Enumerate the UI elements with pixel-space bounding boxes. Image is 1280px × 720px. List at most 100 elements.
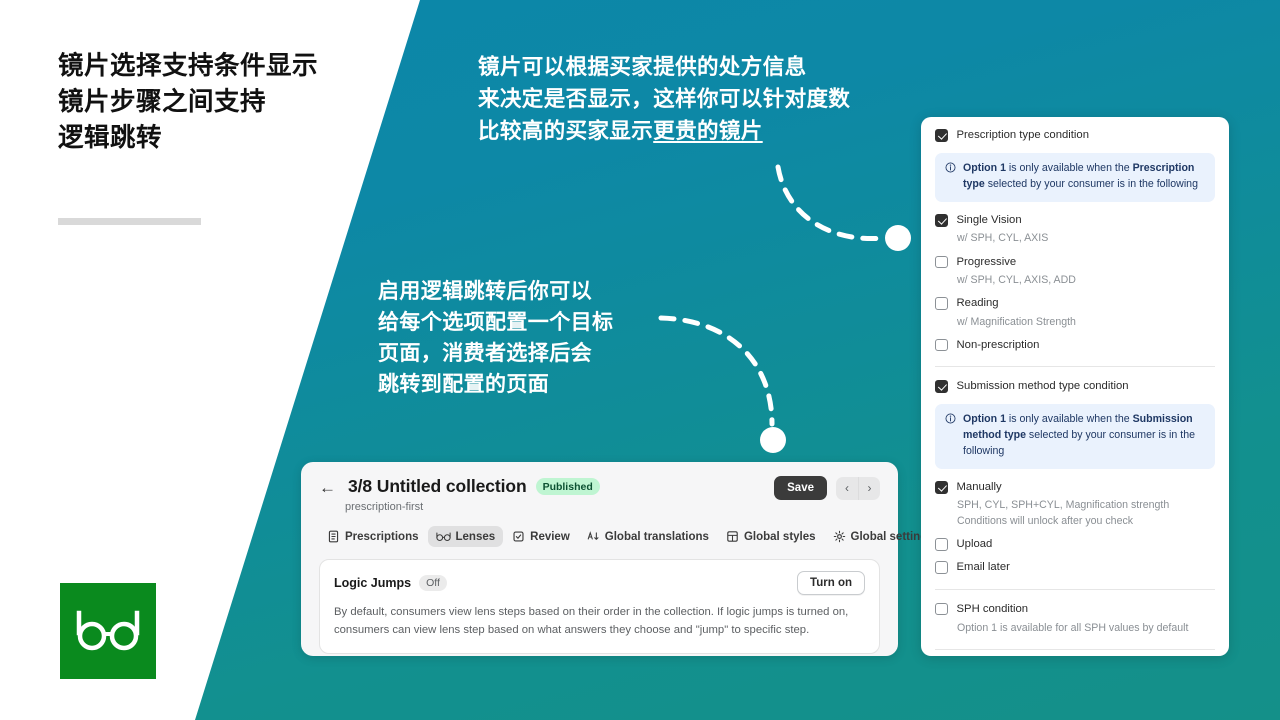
non-prescription-label: Non-prescription [956,338,1040,351]
option-manually[interactable]: Manually SPH, CYL, SPH+CYL, Magnificatio… [935,480,1215,529]
single-vision-label: Single Vision [956,214,1022,227]
progressive-label: Progressive [956,255,1017,268]
sph-condition-sub: Option 1 is available for all SPH values… [957,621,1189,634]
submission-method-options: Manually SPH, CYL, SPH+CYL, Magnificatio… [921,480,1229,590]
info-icon [945,413,956,424]
headline-line-2: 镜片步骤之间支持 [58,88,267,117]
info-bold-option-2: Option 1 [963,413,1006,426]
prescription-type-section: Prescription type condition [921,128,1229,143]
option-single-vision[interactable]: Single Vision w/ SPH, CYL, AXIS [935,213,1215,247]
progressive-sub: w/ SPH, CYL, AXIS, ADD [957,273,1076,286]
translate-icon [587,531,599,540]
editor-tabs: Prescriptions Lenses Review Global trans… [319,526,1010,547]
reading-checkbox[interactable] [935,297,948,310]
callout-two-line-4: 跳转到配置的页面 [378,373,550,397]
sph-condition-item[interactable]: SPH condition Option 1 is available for … [921,602,1229,651]
progressive-checkbox[interactable] [935,255,948,269]
reading-sub: w/ Magnification Strength [957,315,1076,328]
option-email-later[interactable]: Email later [935,560,1215,575]
callout-two-line-3: 页面，消费者选择后会 [378,342,592,366]
tab-global-translations-label: Global translations [604,530,709,543]
headline-line-1: 镜片选择支持条件显示 [58,52,319,80]
editor-actions: Save ‹ › [774,476,880,500]
submission-method-section: Submission method type condition [921,379,1229,394]
prescription-type-checkbox[interactable] [935,129,948,142]
prescription-type-label: Prescription type condition [956,129,1090,141]
logic-jumps-header: Logic Jumps Off Turn on [334,571,865,595]
prescription-type-options: Single Vision w/ SPH, CYL, AXIS Progress… [921,213,1229,368]
upload-checkbox[interactable] [935,538,948,551]
tab-global-styles-label: Global styles [743,530,816,543]
single-vision-checkbox[interactable] [935,214,948,227]
logic-jumps-description: By default, consumers view lens steps ba… [334,606,849,637]
logic-jumps-card: Logic Jumps Off Turn on By default, cons… [319,559,880,654]
save-button[interactable]: Save [774,476,827,500]
glasses-icon [76,610,140,651]
tab-global-styles[interactable]: Global styles [718,526,824,547]
callout-two-line-1: 启用逻辑跳转后你可以 [378,280,592,303]
conditions-panel: Prescription type condition Option 1 is … [921,117,1229,656]
email-later-checkbox[interactable] [935,561,948,574]
tab-lenses-label: Lenses [455,530,496,543]
turn-on-button[interactable]: Turn on [797,571,865,595]
info-middle-2: is only available when the [1005,413,1133,426]
brand-logo [60,583,156,679]
title-divider [58,218,201,225]
info-tail: selected by your consumer is in the foll… [984,178,1198,191]
callout-one-line-2: 来决定是否显示，这样你可以针对度数 [478,86,851,111]
submission-method-header-row[interactable]: Submission method type condition [935,379,1215,394]
glasses-icon [435,532,451,541]
callout-one-line-1: 镜片可以根据买家提供的处方信息 [478,55,807,79]
page-title: 镜片选择支持条件显示 镜片步骤之间支持 逻辑跳转 [58,48,318,157]
editor-header: ← 3/8 Untitled collection Published pres… [319,476,880,513]
upload-label: Upload [956,538,993,550]
callout-one-line-3: 比较高的买家显示更贵的镜片 [478,116,850,148]
collection-handle: prescription-first [345,501,424,513]
callout-text-logic-jumps: 启用逻辑跳转后你可以 给每个选项配置一个目标 页面，消费者选择后会 跳转到配置的… [378,276,613,400]
submission-method-label: Submission method type condition [956,380,1129,393]
option-reading[interactable]: Reading w/ Magnification Strength [935,296,1215,330]
section-divider-2 [935,588,1215,590]
email-later-label: Email later [956,561,1010,574]
logic-jumps-title: Logic Jumps [334,576,412,590]
gear-icon [833,530,845,543]
option-upload[interactable]: Upload [935,537,1215,552]
info-middle: is only available when the [1005,162,1133,175]
tab-lenses[interactable]: Lenses [427,526,504,547]
option-non-prescription[interactable]: Non-prescription [935,338,1215,353]
callout-one-line-3-plain: 比较高的买家显示 [478,118,654,143]
tab-review-label: Review [530,530,570,543]
callout-text-prescription: 镜片可以根据买家提供的处方信息 来决定是否显示，这样你可以针对度数 比较高的买家… [478,52,850,147]
collection-editor-card: ← 3/8 Untitled collection Published pres… [301,462,1010,656]
info-icon [945,162,956,173]
status-badge: Published [535,478,600,495]
pagination-control: ‹ › [836,476,880,500]
editor-title-row: ← 3/8 Untitled collection Published [319,476,600,497]
tab-review[interactable]: Review [504,526,578,547]
tab-global-translations[interactable]: Global translations [579,526,717,547]
submission-method-checkbox[interactable] [935,380,948,393]
non-prescription-checkbox[interactable] [935,338,948,352]
reading-label: Reading [956,297,999,310]
pager-prev-button[interactable]: ‹ [836,477,858,500]
prescription-type-info-text: Option 1 is only available when the Pres… [963,161,1205,193]
editor-header-left: ← 3/8 Untitled collection Published pres… [319,476,600,513]
prescription-type-header-row[interactable]: Prescription type condition [935,128,1215,143]
layout-icon [727,531,738,542]
info-bold-option: Option 1 [963,162,1006,175]
manually-label: Manually [956,481,1002,494]
checkbox-icon [513,531,524,542]
callout-two-line-2: 给每个选项配置一个目标 [378,311,614,335]
pager-next-button[interactable]: › [858,476,880,500]
tab-prescriptions[interactable]: Prescriptions [319,526,427,547]
manually-checkbox[interactable] [935,481,948,494]
tab-prescriptions-label: Prescriptions [345,530,419,543]
section-divider-3 [935,649,1215,651]
manually-sub: SPH, CYL, SPH+CYL, Magnification strengt… [957,499,1170,527]
option-progressive[interactable]: Progressive w/ SPH, CYL, AXIS, ADD [935,255,1215,289]
sph-condition-checkbox[interactable] [935,602,948,615]
slide-canvas: 镜片选择支持条件显示 镜片步骤之间支持 逻辑跳转 镜片可以根据买家提供的处方信息… [0,0,1280,720]
back-arrow-icon[interactable]: ← [319,477,336,496]
document-icon [328,530,339,543]
sph-condition-label: SPH condition [956,602,1029,615]
